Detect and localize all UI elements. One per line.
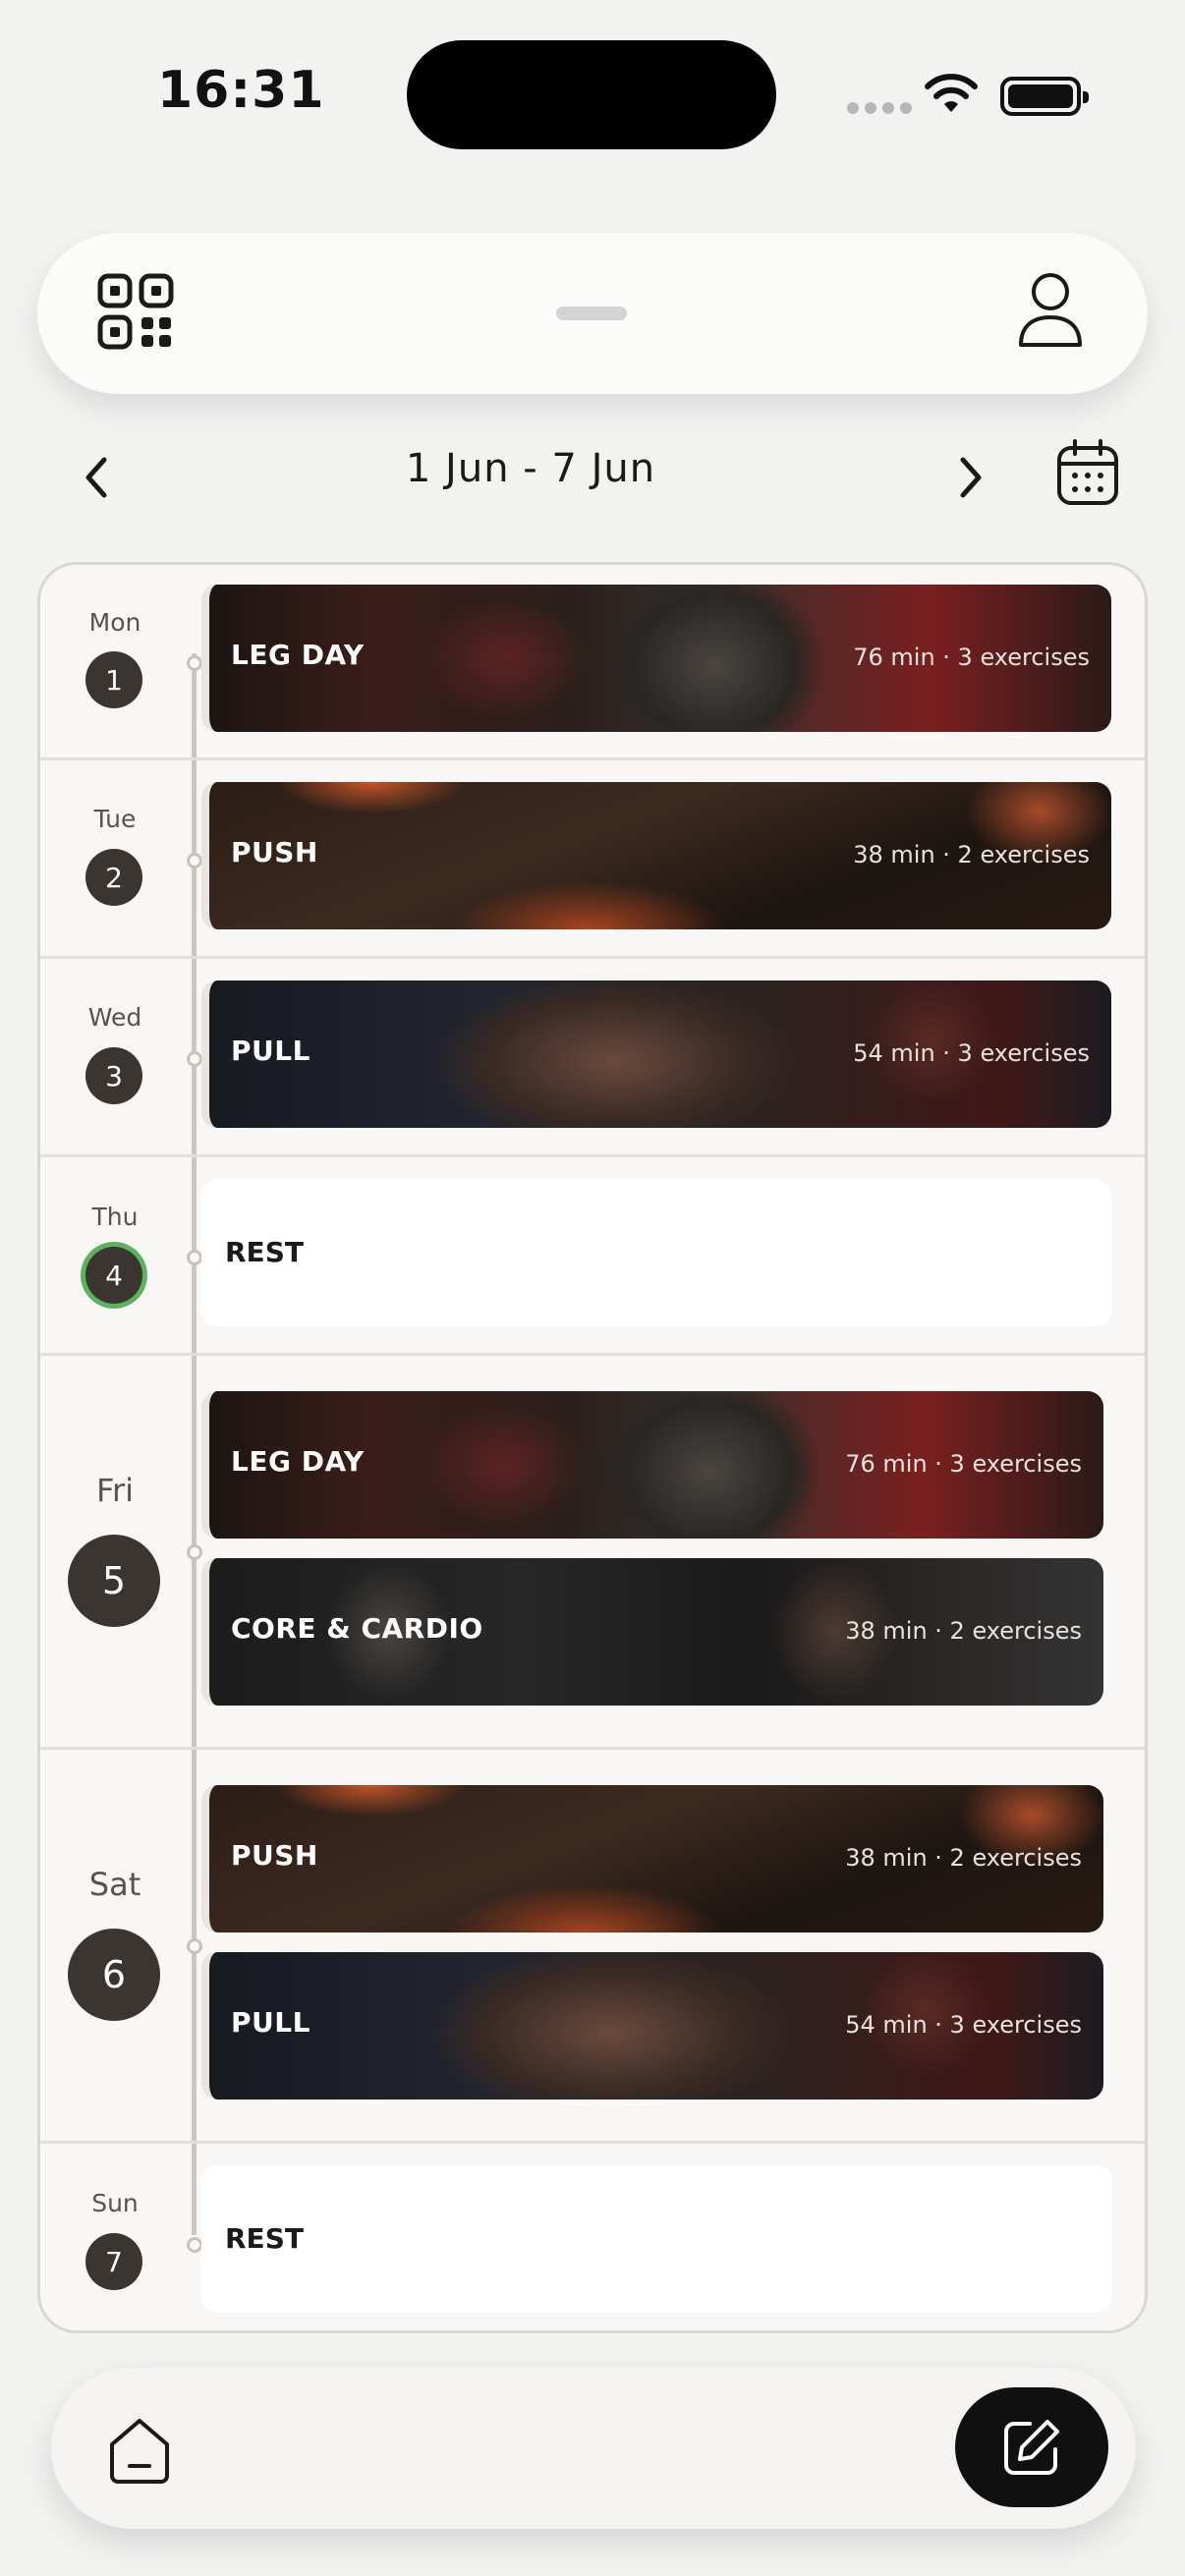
- day-row-tue: Tue 2 PUSH 38 min · 2 exercises: [40, 760, 1145, 959]
- qr-code-icon[interactable]: [96, 272, 175, 351]
- profile-icon[interactable]: [1016, 270, 1085, 351]
- workout-name: PUSH: [231, 1839, 318, 1872]
- top-card: [37, 233, 1148, 394]
- day-name: Thu: [91, 1203, 139, 1231]
- day-row-sat: Sat 6 PUSH 38 min · 2 exercises PULL 54 …: [40, 1750, 1145, 2144]
- day-name: Tue: [93, 805, 137, 833]
- rest-card[interactable]: REST: [201, 2165, 1111, 2313]
- calendar-icon[interactable]: [1055, 438, 1120, 507]
- rest-card[interactable]: REST: [201, 1179, 1111, 1326]
- day-name: Fri: [95, 1472, 135, 1509]
- workout-card[interactable]: LEG DAY 76 min · 3 exercises: [201, 1391, 1103, 1539]
- workout-name: CORE & CARDIO: [231, 1612, 483, 1645]
- workout-card[interactable]: PUSH 38 min · 2 exercises: [201, 782, 1111, 929]
- wifi-icon: [925, 74, 978, 112]
- timeline-dot: [187, 1051, 202, 1067]
- workout-meta: 76 min · 3 exercises: [845, 1450, 1082, 1478]
- dynamic-island: [407, 40, 776, 149]
- drag-handle[interactable]: [556, 307, 627, 320]
- timeline-dot: [187, 1250, 202, 1265]
- workout-card[interactable]: PULL 54 min · 3 exercises: [201, 980, 1111, 1128]
- workout-name: PUSH: [231, 836, 318, 868]
- edit-icon: [1004, 2420, 1059, 2475]
- weekly-schedule: Mon 1 LEG DAY 76 min · 3 exercises Tue 2…: [37, 562, 1148, 2333]
- chevron-left-icon[interactable]: [71, 450, 126, 505]
- week-navigation: 1 Jun - 7 Jun: [0, 432, 1185, 511]
- day-name: Sat: [88, 1866, 141, 1903]
- workout-card[interactable]: CORE & CARDIO 38 min · 2 exercises: [201, 1558, 1103, 1706]
- timeline-dot: [187, 655, 202, 671]
- day-row-fri: Fri 5 LEG DAY 76 min · 3 exercises CORE …: [40, 1356, 1145, 1750]
- timeline-dot: [187, 1938, 202, 1954]
- day-number-badge: 2: [85, 849, 142, 906]
- home-icon[interactable]: [106, 2415, 173, 2486]
- day-row-sun: Sun 7 REST: [40, 2144, 1145, 2330]
- day-number-badge-today: 4: [85, 1247, 142, 1304]
- day-number-badge: 6: [68, 1929, 160, 2021]
- workout-card[interactable]: LEG DAY 76 min · 3 exercises: [201, 585, 1111, 732]
- day-number-badge: 3: [85, 1047, 142, 1104]
- workout-meta: 38 min · 2 exercises: [845, 1617, 1082, 1645]
- workout-meta: 76 min · 3 exercises: [853, 644, 1090, 671]
- workout-card[interactable]: PUSH 38 min · 2 exercises: [201, 1785, 1103, 1932]
- workout-meta: 38 min · 2 exercises: [845, 1844, 1082, 1872]
- status-time: 16:31: [157, 61, 325, 120]
- timeline-dot: [187, 853, 202, 868]
- day-number-badge: 1: [85, 651, 142, 708]
- day-row-wed: Wed 3 PULL 54 min · 3 exercises: [40, 959, 1145, 1157]
- rest-label: REST: [225, 2222, 304, 2255]
- workout-name: LEG DAY: [231, 1445, 365, 1478]
- day-number-badge: 7: [85, 2233, 142, 2290]
- workout-name: PULL: [231, 2006, 310, 2039]
- status-bar: 16:31: [0, 0, 1185, 187]
- day-row-thu: Thu 4 REST: [40, 1157, 1145, 1356]
- week-range-label: 1 Jun - 7 Jun: [405, 446, 656, 491]
- bottom-navigation: [51, 2368, 1136, 2529]
- day-number-badge: 5: [68, 1535, 160, 1627]
- workout-meta: 38 min · 2 exercises: [853, 841, 1090, 868]
- workout-name: PULL: [231, 1035, 310, 1067]
- timeline-dot: [187, 2237, 202, 2253]
- workout-meta: 54 min · 3 exercises: [853, 1039, 1090, 1067]
- battery-icon: [1000, 77, 1089, 116]
- day-name: Wed: [87, 1003, 142, 1032]
- day-name: Mon: [88, 608, 141, 637]
- rest-label: REST: [225, 1236, 304, 1268]
- workout-name: LEG DAY: [231, 639, 365, 671]
- edit-button[interactable]: [955, 2387, 1108, 2507]
- day-row-mon: Mon 1 LEG DAY 76 min · 3 exercises: [40, 565, 1145, 760]
- day-name: Sun: [91, 2189, 139, 2217]
- cellular-signal-icon: [847, 102, 912, 114]
- timeline-dot: [187, 1544, 202, 1560]
- workout-card[interactable]: PULL 54 min · 3 exercises: [201, 1952, 1103, 2100]
- workout-meta: 54 min · 3 exercises: [845, 2011, 1082, 2039]
- chevron-right-icon[interactable]: [941, 450, 996, 505]
